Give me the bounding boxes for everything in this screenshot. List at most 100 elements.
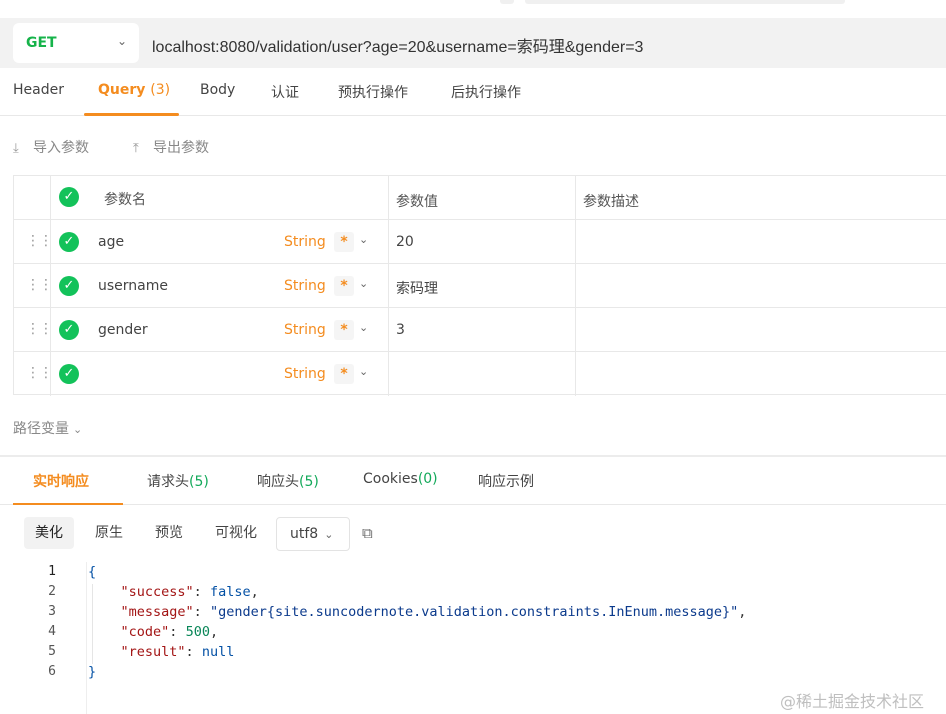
code-line: "success": false, — [120, 584, 259, 600]
header-param-value: 参数值 — [396, 194, 438, 210]
drag-handle-icon[interactable]: ⋮⋮ — [26, 277, 53, 293]
tab-label: Cookies — [363, 471, 418, 487]
open-brace: { — [88, 564, 97, 580]
tab-label: 实时响应 — [33, 474, 89, 490]
tab-query[interactable]: Query (3) — [98, 82, 170, 98]
tab-label: 响应头 — [257, 474, 299, 490]
code-line: } — [88, 664, 96, 680]
json-value: "gender{site.suncodernote.validation.con… — [209, 604, 739, 620]
check-icon[interactable]: ✓ — [59, 276, 79, 296]
param-value[interactable]: 3 — [396, 322, 405, 338]
request-tabs: Header Query (3) Body 认证 预执行操作 后执行操作 — [0, 70, 946, 116]
line-number: 1 — [48, 564, 56, 579]
chevron-down-icon[interactable]: ⌄ — [359, 233, 368, 246]
tab-count: (0) — [417, 471, 438, 487]
chevron-down-icon: ⌄ — [73, 423, 83, 436]
code-line: "message": "gender{site.suncodernote.val… — [120, 604, 747, 620]
url-bar: GET ⌄ localhost:8080/validation/user?age… — [0, 18, 946, 68]
chevron-down-icon[interactable]: ⌄ — [359, 277, 368, 290]
method-label: GET — [26, 35, 57, 51]
required-marker[interactable]: * — [334, 364, 354, 384]
param-name[interactable]: age — [98, 234, 124, 250]
param-type[interactable]: String — [284, 322, 326, 338]
tab-label: 后执行操作 — [451, 85, 521, 101]
tab-header[interactable]: Header — [13, 82, 64, 98]
chevron-down-icon[interactable]: ⌄ — [359, 365, 368, 378]
url-input[interactable]: localhost:8080/validation/user?age=20&us… — [152, 33, 643, 57]
chevron-down-icon: ⌄ — [116, 34, 127, 48]
upload-icon: ⤒ — [133, 141, 139, 156]
active-tab-indicator — [84, 113, 179, 116]
tab-fragment — [525, 0, 845, 4]
table-row: ⋮⋮ ✓ gender String * ⌄ 3 — [14, 308, 946, 352]
tab-body[interactable]: Body — [200, 82, 235, 98]
json-value: 500 — [185, 624, 210, 640]
tab-post-script[interactable]: 后执行操作 — [451, 82, 521, 102]
tab-response-examples[interactable]: 响应示例 — [478, 471, 534, 491]
table-row: ⋮⋮ ✓ username String * ⌄ 索码理 — [14, 264, 946, 308]
json-value: false — [209, 584, 251, 600]
param-type[interactable]: String — [284, 366, 326, 382]
param-name[interactable]: gender — [98, 322, 148, 338]
check-icon[interactable]: ✓ — [59, 232, 79, 252]
param-value[interactable]: 索码理 — [396, 278, 438, 298]
method-select[interactable]: GET ⌄ — [13, 23, 139, 63]
required-marker[interactable]: * — [334, 320, 354, 340]
import-label: 导入参数 — [33, 140, 89, 156]
view-preview-button[interactable]: 预览 — [144, 517, 194, 549]
tab-live-response[interactable]: 实时响应 — [33, 471, 89, 491]
line-number: 4 — [48, 624, 56, 639]
view-raw-button[interactable]: 原生 — [84, 517, 134, 549]
json-key: "success" — [120, 584, 194, 600]
required-marker[interactable]: * — [334, 232, 354, 252]
select-all-check-icon[interactable]: ✓ — [59, 187, 79, 207]
tab-label: Body — [200, 82, 236, 98]
import-params-button[interactable]: ⤓ 导入参数 — [13, 137, 89, 157]
header-param-desc: 参数描述 — [583, 194, 639, 210]
tab-label: Header — [13, 82, 64, 98]
param-value[interactable]: 20 — [396, 234, 414, 250]
view-visualize-button[interactable]: 可视化 — [204, 517, 268, 549]
tab-fragment — [500, 0, 514, 4]
tab-response-headers[interactable]: 响应头(5) — [257, 471, 319, 491]
drag-handle-icon[interactable]: ⋮⋮ — [26, 365, 53, 381]
encoding-select[interactable]: utf8 ⌄ — [276, 517, 350, 551]
tab-label: 预执行操作 — [338, 85, 408, 101]
path-variables-label: 路径变量 — [13, 421, 69, 437]
header-param-name: 参数名 — [104, 192, 146, 208]
tab-cookies[interactable]: Cookies(0) — [363, 471, 438, 487]
tab-count: (5) — [189, 474, 209, 490]
line-number: 6 — [48, 664, 56, 679]
json-value: null — [201, 644, 235, 660]
required-marker[interactable]: * — [334, 276, 354, 296]
drag-handle-icon[interactable]: ⋮⋮ — [26, 321, 53, 337]
check-icon[interactable]: ✓ — [59, 364, 79, 384]
tab-pre-script[interactable]: 预执行操作 — [338, 82, 408, 102]
export-params-button[interactable]: ⤒ 导出参数 — [133, 137, 209, 157]
tab-count: (3) — [150, 82, 171, 98]
encoding-value: utf8 — [290, 526, 319, 542]
param-type[interactable]: String — [284, 278, 326, 294]
copy-icon[interactable]: ⧉ — [362, 524, 373, 542]
download-icon: ⤓ — [13, 141, 19, 156]
top-strip — [0, 0, 946, 14]
path-variables-toggle[interactable]: 路径变量 ⌄ — [13, 418, 82, 438]
tab-label: Query — [98, 82, 146, 98]
check-icon[interactable]: ✓ — [59, 320, 79, 340]
param-type[interactable]: String — [284, 234, 326, 250]
line-number: 3 — [48, 604, 56, 619]
drag-handle-icon[interactable]: ⋮⋮ — [26, 233, 53, 249]
json-comma: , — [209, 624, 219, 640]
params-table: ✓ 参数名 参数值 参数描述 ⋮⋮ ✓ age String * ⌄ 20 ⋮⋮… — [13, 175, 946, 396]
json-key: "code" — [120, 624, 170, 640]
tab-request-headers[interactable]: 请求头(5) — [147, 471, 209, 491]
param-name[interactable]: username — [98, 278, 168, 294]
tab-count: (5) — [299, 474, 319, 490]
view-pretty-button[interactable]: 美化 — [24, 517, 74, 549]
json-comma: , — [738, 604, 747, 620]
active-tab-indicator — [13, 503, 123, 505]
params-header-row: ✓ 参数名 参数值 参数描述 — [14, 176, 946, 220]
line-gutter: 1 2 3 4 5 6 — [0, 562, 87, 714]
chevron-down-icon[interactable]: ⌄ — [359, 321, 368, 334]
tab-auth[interactable]: 认证 — [271, 82, 299, 102]
